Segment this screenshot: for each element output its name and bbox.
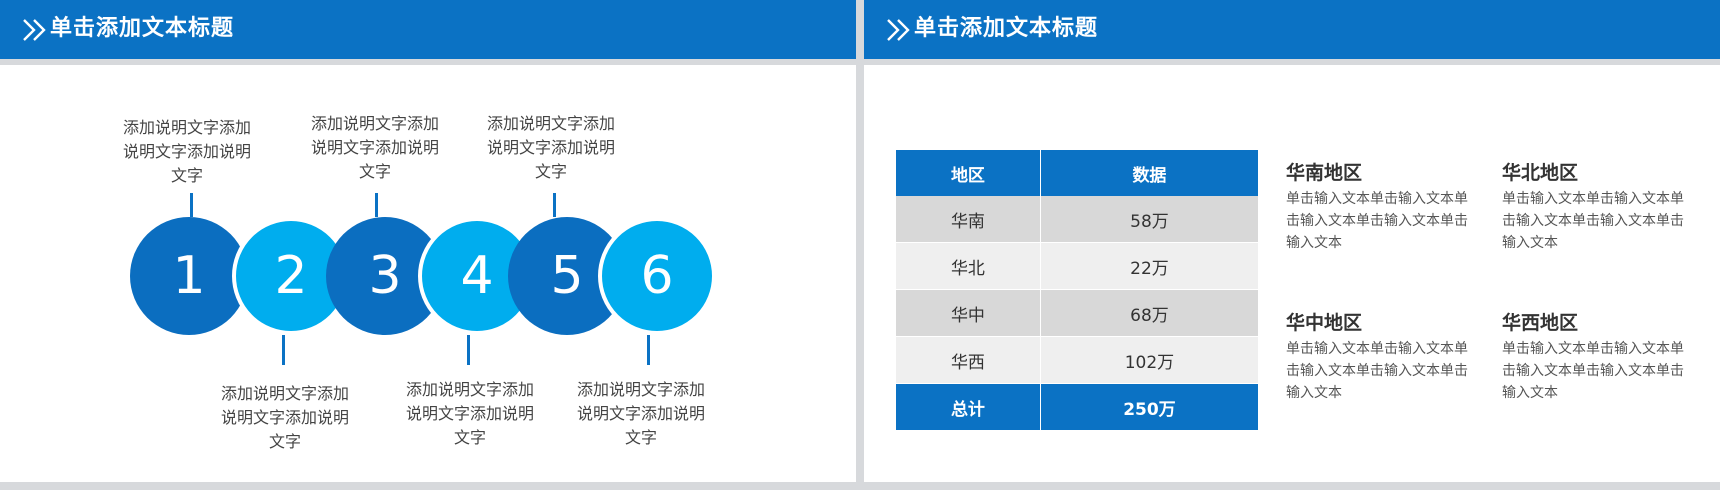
right-title-bar: 单击添加文本标题 [864,0,1720,59]
double-chevron-right-icon [23,19,46,41]
step-6-circle[interactable]: 6 [598,217,716,335]
region-description[interactable]: 单击输入文本单击输入文本单击输入文本单击输入文本单击输入文本 [1286,188,1476,254]
region-title[interactable]: 华北地区 [1502,160,1702,186]
header-region[interactable]: 地区 [896,150,1041,196]
table-header-row: 地区 数据 [896,150,1258,196]
table-cell[interactable]: 22万 [1039,242,1258,290]
region-description[interactable]: 单击输入文本单击输入文本单击输入文本单击输入文本单击输入文本 [1502,188,1692,254]
region-description[interactable]: 单击输入文本单击输入文本单击输入文本单击输入文本单击输入文本 [1502,338,1692,404]
region-block-central: 华中地区 单击输入文本单击输入文本单击输入文本单击输入文本单击输入文本 [1286,310,1486,404]
table-cell[interactable]: 华北 [896,242,1041,290]
table-row: 华南 58万 [896,196,1258,243]
region-title[interactable]: 华西地区 [1502,310,1702,336]
step-3-connector [375,193,378,217]
table-cell[interactable]: 58万 [1039,196,1258,243]
total-label[interactable]: 总计 [896,383,1041,430]
region-block-south: 华南地区 单击输入文本单击输入文本单击输入文本单击输入文本单击输入文本 [1286,160,1486,254]
step-5-caption[interactable]: 添加说明文字添加说明文字添加说明文字 [486,112,616,184]
right-slide: 单击添加文本标题 地区 数据 华南 58万 华北 22万 华中 68万 华西 1… [864,0,1720,482]
step-6-caption[interactable]: 添加说明文字添加说明文字添加说明文字 [576,378,706,450]
region-title[interactable]: 华中地区 [1286,310,1486,336]
step-5-connector [553,193,556,217]
step-3-caption[interactable]: 添加说明文字添加说明文字添加说明文字 [310,112,440,184]
left-slide: 单击添加文本标题 添加说明文字添加说明文字添加说明文字 添加说明文字添加说明文字… [0,0,856,482]
table-cell[interactable]: 华西 [896,336,1041,384]
region-title[interactable]: 华南地区 [1286,160,1486,186]
step-1-connector [190,193,193,217]
left-title-bar: 单击添加文本标题 [0,0,856,59]
double-chevron-right-icon [887,19,910,41]
right-slide-title[interactable]: 单击添加文本标题 [914,13,1098,45]
step-6-connector [647,335,650,365]
table-cell[interactable]: 68万 [1039,289,1258,337]
table-row: 华中 68万 [896,289,1258,337]
region-block-west: 华西地区 单击输入文本单击输入文本单击输入文本单击输入文本单击输入文本 [1502,310,1702,404]
region-data-table: 地区 数据 华南 58万 华北 22万 华中 68万 华西 102万 总计 25… [896,150,1258,430]
right-title-strip [864,59,1720,65]
table-total-row: 总计 250万 [896,383,1258,430]
region-description[interactable]: 单击输入文本单击输入文本单击输入文本单击输入文本单击输入文本 [1286,338,1476,404]
step-2-connector [282,335,285,365]
table-cell[interactable]: 华南 [896,196,1041,243]
step-2-caption[interactable]: 添加说明文字添加说明文字添加说明文字 [220,382,350,454]
left-title-strip [0,59,856,65]
region-block-north: 华北地区 单击输入文本单击输入文本单击输入文本单击输入文本单击输入文本 [1502,160,1702,254]
step-4-caption[interactable]: 添加说明文字添加说明文字添加说明文字 [405,378,535,450]
table-cell[interactable]: 华中 [896,289,1041,337]
table-row: 华西 102万 [896,336,1258,384]
table-row: 华北 22万 [896,242,1258,290]
total-value[interactable]: 250万 [1039,383,1258,430]
left-slide-title[interactable]: 单击添加文本标题 [50,13,234,45]
step-4-connector [467,335,470,365]
step-1-circle[interactable]: 1 [130,217,248,335]
step-1-caption[interactable]: 添加说明文字添加说明文字添加说明文字 [122,116,252,188]
table-cell[interactable]: 102万 [1039,336,1258,384]
header-data[interactable]: 数据 [1039,150,1258,196]
